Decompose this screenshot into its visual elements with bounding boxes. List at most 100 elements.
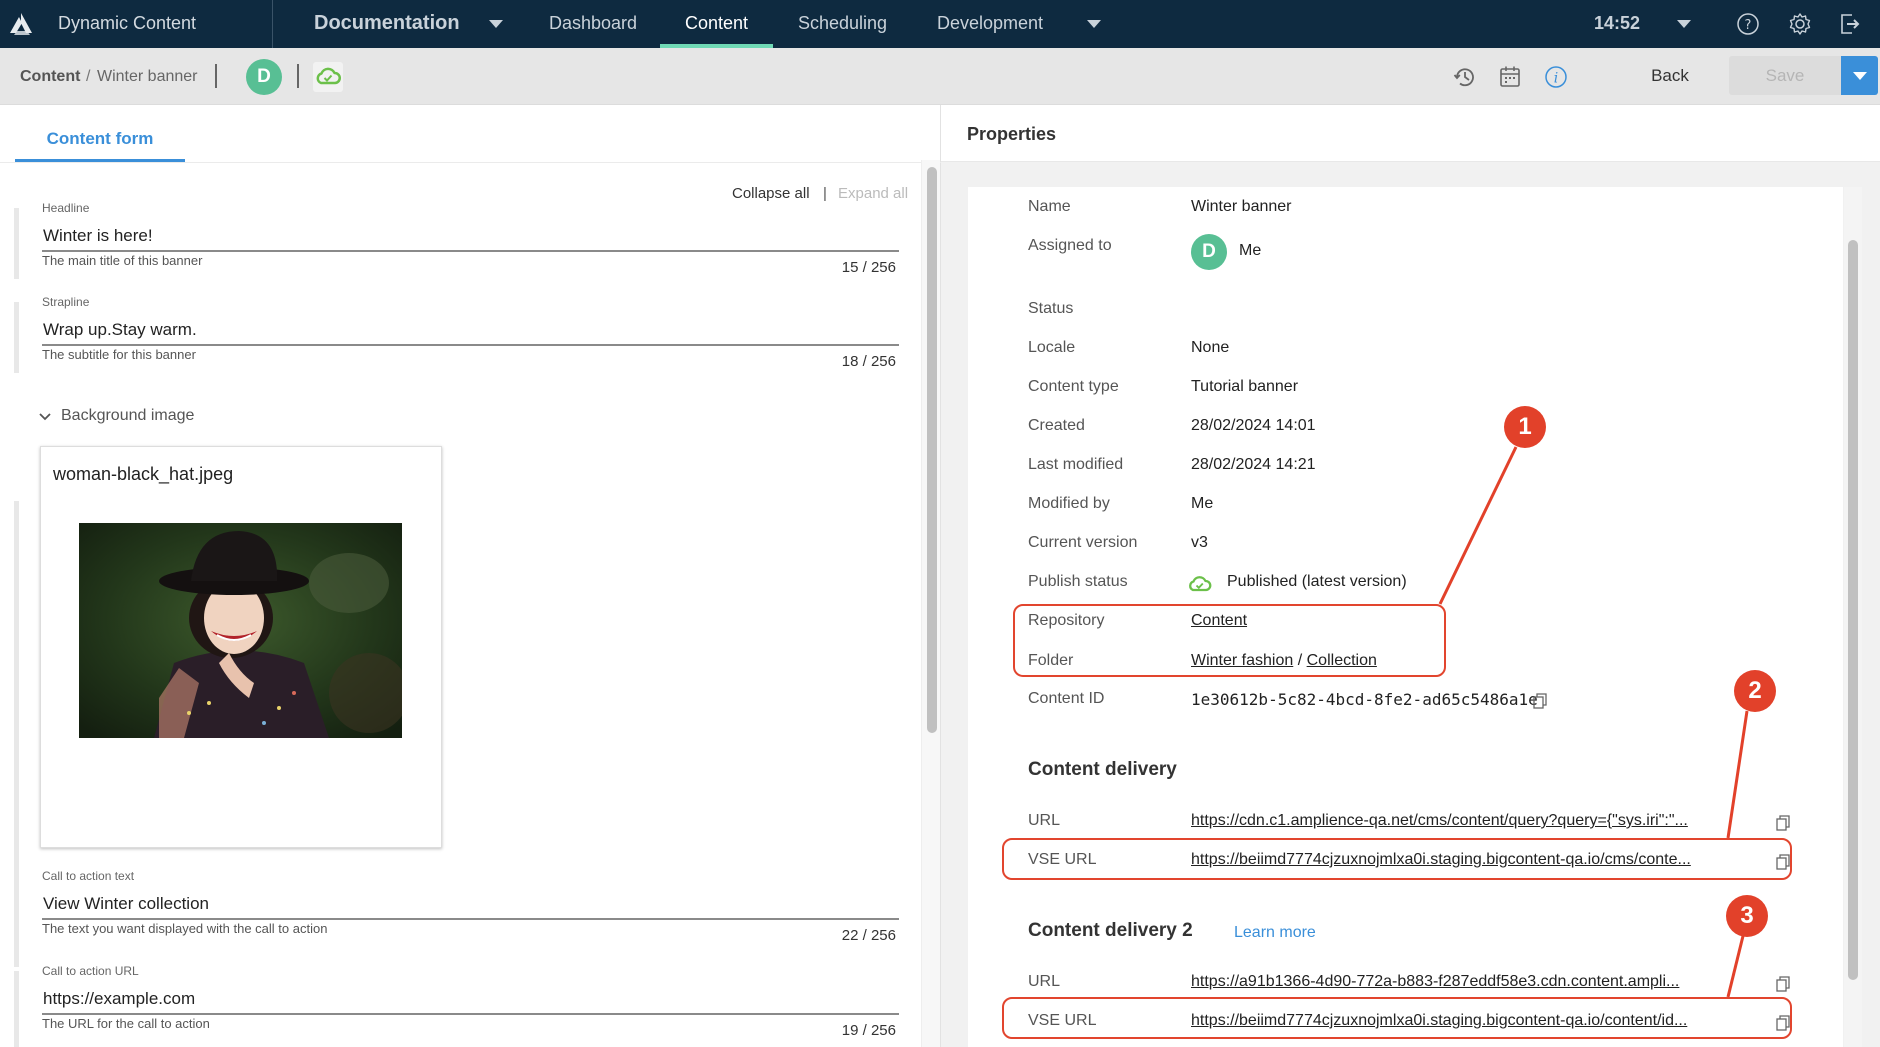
property-label: Current version [1028,534,1138,551]
breadcrumb-content[interactable]: Content [20,68,80,86]
chevron-down-icon[interactable] [38,412,52,422]
hub-dropdown-caret-icon[interactable] [489,20,503,28]
cta-url-input[interactable]: https://example.com [43,989,195,1009]
property-value: None [1191,339,1230,356]
property-label: Content ID [1028,690,1105,707]
strapline-input[interactable]: Wrap up.Stay warm. [43,320,197,340]
property-row-delivery2-url: URL https://a91b1366-4d90-772a-b883-f287… [968,973,1843,997]
property-row-delivery-url: URL https://cdn.c1.amplience-qa.net/cms/… [968,812,1843,836]
content-delivery-2-title: Content delivery 2 [1028,920,1193,941]
photo-woman-black-hat-icon [79,523,402,738]
headline-input[interactable]: Winter is here! [43,226,153,246]
field-help-text: The text you want displayed with the cal… [42,921,328,936]
assignee-avatar[interactable]: D [246,59,282,95]
gear-icon[interactable] [1787,11,1813,37]
property-label: URL [1028,973,1061,990]
cta-text-field: Call to action text View Winter collecti… [0,855,910,947]
history-icon[interactable] [1452,64,1478,90]
cta-text-input[interactable]: View Winter collection [43,894,209,914]
property-label: Locale [1028,339,1076,356]
property-value: Me [1239,242,1262,259]
character-count: 18 / 256 [841,353,896,370]
divider [272,0,273,48]
property-label: Last modified [1028,456,1124,473]
content-toolbar: Content / Winter banner D i Back Save [0,48,1880,105]
tab-content-form[interactable]: Content form [15,105,185,162]
field-indicator [14,971,19,1047]
character-count: 19 / 256 [841,1022,896,1039]
property-row-locale: Locale None [968,339,1843,363]
divider [215,64,217,88]
back-button[interactable]: Back [1640,56,1700,96]
property-value: 28/02/2024 14:21 [1191,456,1316,473]
content-id-value: 1e30612b-5c82-4bcd-8fe2-ad65c5486a1e [1191,690,1538,709]
nav-content[interactable]: Content [685,13,748,34]
properties-header: Properties [941,105,1880,162]
field-label: Strapline [42,295,90,309]
app-name[interactable]: Dynamic Content [58,13,196,34]
character-count: 15 / 256 [841,259,896,276]
clock-time[interactable]: 14:52 [1594,13,1640,34]
property-row-content-type: Content type Tutorial banner [968,378,1843,402]
learn-more-link[interactable]: Learn more [1234,924,1316,942]
properties-scrollbar-thumb[interactable] [1848,240,1858,980]
property-label: Status [1028,300,1074,317]
content-delivery-title: Content delivery [1028,759,1177,780]
delivery-url-link[interactable]: https://cdn.c1.amplience-qa.net/cms/cont… [1191,812,1688,830]
more-nav-caret-icon[interactable] [1087,20,1101,28]
property-value: Winter banner [1191,198,1292,215]
annotation-box-delivery2-vse-url [1002,997,1792,1039]
property-label: Publish status [1028,573,1128,590]
property-row-publish-status: Publish status Published (latest version… [968,573,1843,597]
properties-title: Properties [967,124,1057,144]
field-indicator [14,876,19,947]
character-count: 22 / 256 [841,927,896,944]
input-underline [42,344,899,346]
logout-icon[interactable] [1837,11,1863,37]
info-icon[interactable]: i [1543,64,1569,90]
property-row-assigned: Assigned to D Me [968,234,1843,273]
copy-icon[interactable] [1776,976,1790,992]
hub-selector[interactable]: Documentation [314,12,460,35]
field-label: Call to action text [42,869,135,883]
cta-url-field: Call to action URL https://example.com T… [0,950,910,1047]
save-button[interactable]: Save [1729,56,1841,95]
copy-icon[interactable] [1776,815,1790,831]
form-scrollbar-thumb[interactable] [927,167,937,733]
annotation-badge-3: 3 [1726,895,1768,937]
background-image-section-toggle[interactable]: Background image [61,407,194,425]
field-help-text: The subtitle for this banner [42,347,196,362]
breadcrumb-current: Winter banner [97,68,198,85]
input-underline [42,1013,899,1015]
field-help-text: The main title of this banner [42,253,203,268]
property-label: Modified by [1028,495,1110,512]
annotation-box-delivery-vse-url [1002,838,1792,880]
assignee-avatar[interactable]: D [1191,234,1227,270]
calendar-icon[interactable] [1497,64,1523,90]
tab-label: Content form [46,129,154,148]
copy-icon[interactable] [1533,693,1547,709]
delivery2-url-link[interactable]: https://a91b1366-4d90-772a-b883-f287eddf… [1191,973,1679,991]
field-label: Headline [42,201,90,215]
divider [297,64,299,88]
cloud-published-icon [316,67,341,85]
field-indicator [14,302,19,373]
help-icon[interactable]: ? [1735,11,1761,37]
property-value: 28/02/2024 14:01 [1191,417,1316,434]
nav-dashboard[interactable]: Dashboard [549,13,637,34]
chevron-down-icon [1853,72,1867,80]
nav-development[interactable]: Development [937,13,1043,34]
property-value: Me [1191,495,1214,512]
publish-status-button[interactable] [313,62,343,92]
strapline-field: Strapline Wrap up.Stay warm. The subtitl… [0,281,910,373]
time-dropdown-caret-icon[interactable] [1677,20,1691,28]
property-label: Assigned to [1028,237,1112,254]
image-card[interactable]: woman-black_hat.jpeg [40,446,442,848]
save-options-dropdown[interactable] [1841,56,1878,95]
property-row-name: Name Winter banner [968,198,1843,222]
property-value: Published (latest version) [1227,573,1407,590]
nav-scheduling[interactable]: Scheduling [798,13,887,34]
content-form-panel: Content form Collapse all | Expand all H… [0,105,941,1047]
amplience-logo-icon[interactable] [8,11,34,37]
property-label: URL [1028,812,1061,829]
